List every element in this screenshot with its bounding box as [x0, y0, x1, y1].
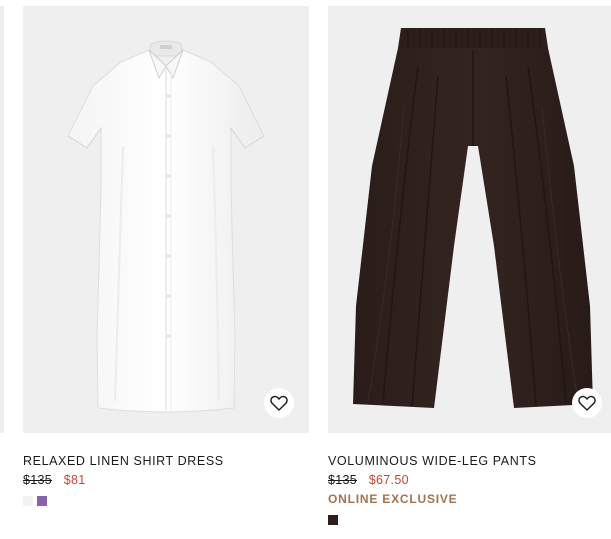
sale-price: $81 — [63, 473, 86, 487]
swatch-dark-brown[interactable] — [328, 515, 338, 525]
swatch-white[interactable] — [23, 496, 33, 506]
original-price: $135 — [328, 473, 358, 487]
wishlist-button[interactable] — [264, 388, 294, 418]
heart-outline-icon — [578, 395, 596, 411]
sale-price: $67.50 — [368, 473, 409, 487]
product-price: $135 $81 — [23, 473, 309, 487]
product-image[interactable] — [328, 6, 611, 433]
color-swatches — [328, 515, 611, 525]
product-price: $135 $67.50 — [328, 473, 611, 487]
product-title[interactable]: VOLUMINOUS WIDE-LEG PANTS — [328, 454, 611, 468]
swatch-purple[interactable] — [37, 496, 47, 506]
product-title[interactable]: RELAXED LINEN SHIRT DRESS — [23, 454, 309, 468]
product-grid: RELAXED LINEN SHIRT DRESS $135 $81 VOLUM… — [0, 0, 611, 539]
product-card-wide-leg-pants[interactable]: VOLUMINOUS WIDE-LEG PANTS $135 $67.50 ON… — [328, 6, 611, 525]
wishlist-button[interactable] — [572, 388, 602, 418]
previous-product-image-edge[interactable] — [0, 6, 4, 433]
color-swatches — [23, 496, 309, 506]
shirt-dress-illustration — [67, 40, 265, 413]
heart-outline-icon — [270, 395, 288, 411]
original-price: $135 — [23, 473, 53, 487]
product-card-linen-shirt-dress[interactable]: RELAXED LINEN SHIRT DRESS $135 $81 — [23, 6, 309, 506]
product-image[interactable] — [23, 6, 309, 433]
online-exclusive-badge: ONLINE EXCLUSIVE — [328, 492, 458, 506]
wide-leg-pants-illustration — [353, 28, 593, 408]
